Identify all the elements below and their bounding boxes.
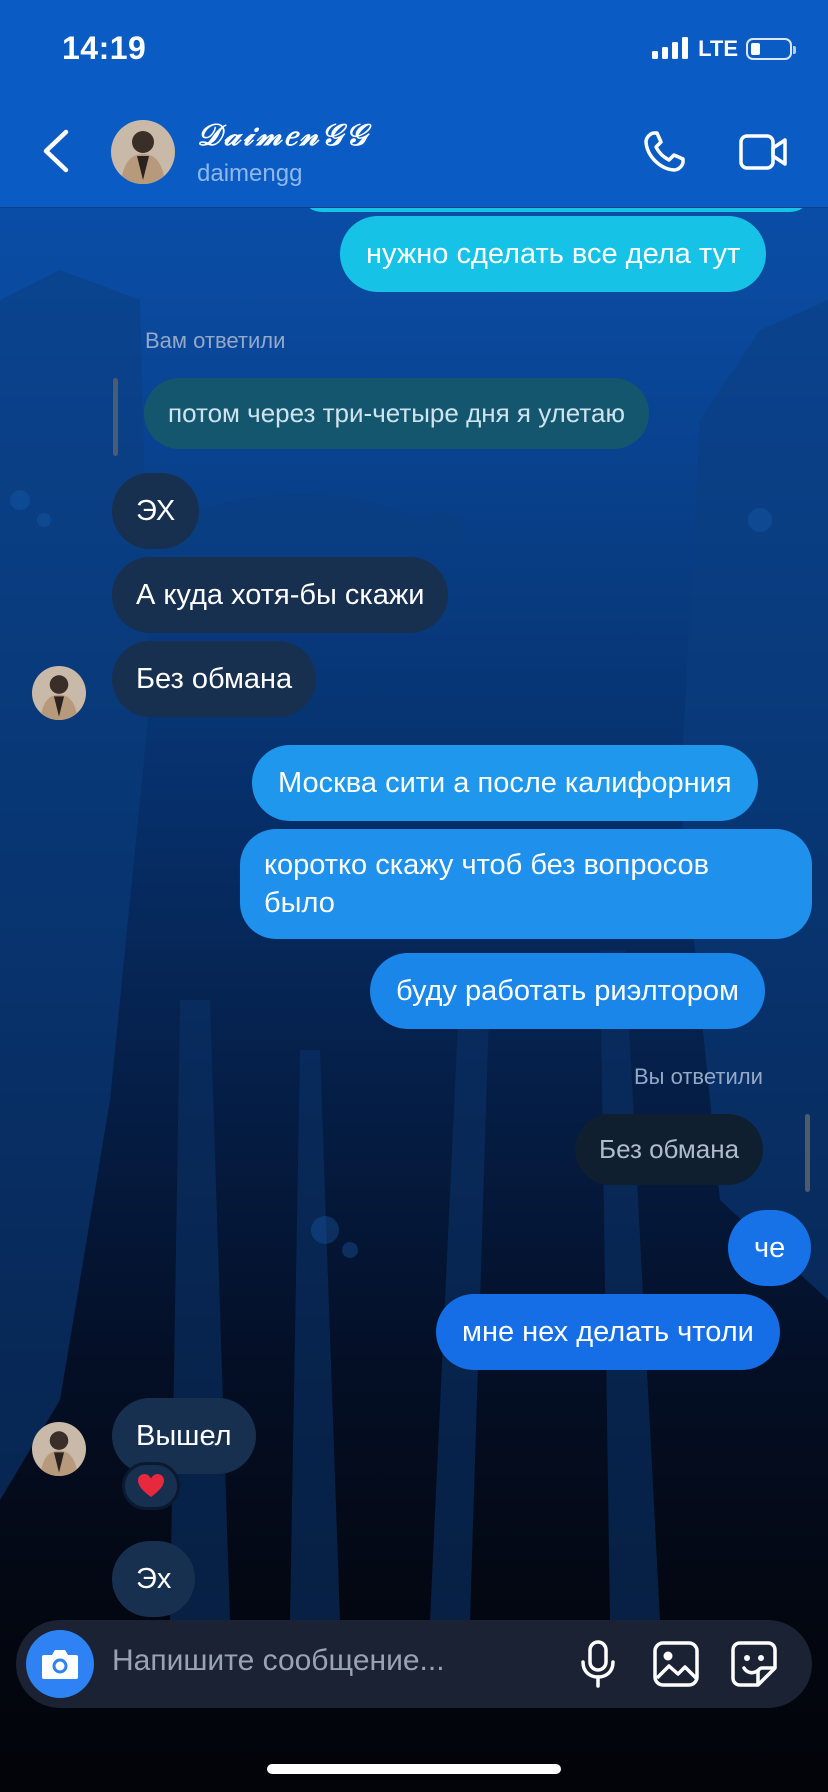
- video-call-icon[interactable]: [738, 130, 788, 174]
- message-bubble-outgoing[interactable]: Москва сити а после калифорния: [252, 745, 758, 821]
- message-input[interactable]: Напишите сообщение...: [112, 1644, 445, 1678]
- reply-bar: [113, 378, 118, 456]
- contact-name[interactable]: 𝒟𝒶𝒾𝓂𝑒𝓃𝒢𝒢: [197, 118, 370, 153]
- reply-label: Вы ответили: [634, 1064, 763, 1089]
- message-bubble-incoming[interactable]: Без обмана: [112, 641, 317, 717]
- network-type: LTE: [698, 36, 738, 61]
- reply-label: Вам ответили: [145, 328, 286, 353]
- message-bubble-incoming[interactable]: Эх: [112, 1541, 196, 1617]
- message-bubble-outgoing[interactable]: буду работать риэлтором: [370, 953, 765, 1029]
- message-bubble-outgoing[interactable]: нужно сделать все дела тут: [340, 216, 767, 292]
- avatar-image: [32, 666, 86, 720]
- message-bubble-outgoing[interactable]: че: [728, 1210, 812, 1286]
- message-bubble-incoming[interactable]: Вышел: [112, 1398, 256, 1474]
- heart-reaction[interactable]: [122, 1462, 180, 1510]
- camera-button[interactable]: [26, 1630, 94, 1698]
- status-indicators: LTE: [652, 36, 796, 62]
- avatar-image: [32, 1422, 86, 1476]
- signal-icon: [652, 37, 689, 59]
- message-bubble-incoming[interactable]: ЭХ: [112, 473, 200, 549]
- sender-avatar[interactable]: [32, 1422, 86, 1476]
- message-bubble-incoming[interactable]: А куда хотя-бы скажи: [112, 557, 449, 633]
- reply-bar: [805, 1114, 810, 1192]
- message-bubble-outgoing[interactable]: мне нех делать чтоли: [436, 1294, 780, 1370]
- contact-username[interactable]: daimengg: [197, 160, 302, 188]
- avatar-image: [111, 120, 175, 184]
- back-chevron-icon[interactable]: [38, 128, 74, 174]
- chat-header: 14:19 LTE 𝒟𝒶𝒾𝓂𝑒𝓃𝒢𝒢 daimengg: [0, 0, 828, 208]
- microphone-icon[interactable]: [576, 1640, 620, 1688]
- sender-avatar[interactable]: [32, 666, 86, 720]
- home-indicator[interactable]: [267, 1764, 561, 1774]
- sticker-icon[interactable]: [730, 1640, 778, 1688]
- status-time: 14:19: [62, 30, 147, 66]
- battery-icon: [746, 38, 796, 60]
- message-bubble-outgoing[interactable]: коротко скажу чтоб без вопросов было: [240, 829, 812, 939]
- replied-message-quote[interactable]: Без обмана: [575, 1114, 764, 1185]
- camera-icon: [42, 1650, 78, 1679]
- contact-avatar[interactable]: [111, 120, 175, 184]
- gallery-image-icon[interactable]: [652, 1640, 700, 1688]
- phone-call-icon[interactable]: [640, 128, 688, 176]
- message-composer[interactable]: Напишите сообщение...: [16, 1620, 812, 1708]
- replied-message-quote[interactable]: потом через три-четыре дня я улетаю: [144, 378, 649, 449]
- heart-icon: [138, 1474, 164, 1497]
